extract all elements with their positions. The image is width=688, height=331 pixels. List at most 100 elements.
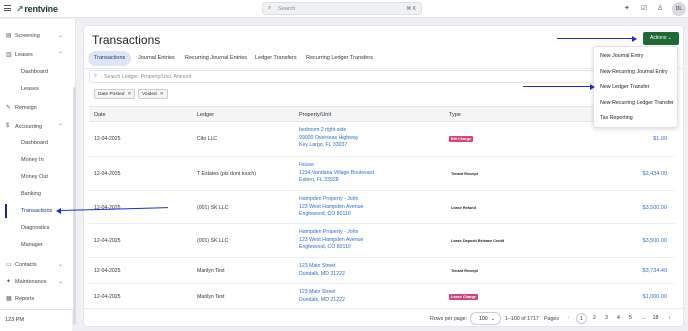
table-row[interactable]: 12-04-2025 (001) SK LLC Hampden Property…: [89, 191, 675, 224]
pagination-bar: Rows per page: 100 ⌄ 1–100 of 1717 Pages …: [84, 308, 685, 328]
chevron-down-icon: ⌄: [58, 262, 64, 268]
page-button[interactable]: 4: [613, 313, 624, 324]
row-amount[interactable]: $3,734.40: [643, 268, 667, 274]
tab-transactions[interactable]: Transactions: [88, 51, 132, 66]
row-ledger: T Estates (pls dont touch): [197, 171, 257, 177]
sidebar-item-reports[interactable]: ▦ Reports: [0, 292, 70, 305]
row-property-link[interactable]: bedroom 2 right side 99000 Overseas High…: [299, 127, 358, 150]
sidebar-item-remsign[interactable]: ✎ Remsign: [0, 101, 70, 114]
row-ledger: (001) SK LLC: [197, 238, 229, 244]
table-row[interactable]: 12-04-2025 Cito LLC bedroom 2 right side…: [89, 122, 675, 157]
bell-icon[interactable]: ♙: [657, 4, 663, 12]
menu-item-new-recurring-ledger-transfer[interactable]: New Recurring Ledger Transfer: [600, 100, 674, 106]
tab-ledger-transfers[interactable]: Ledger Transfers: [249, 51, 303, 66]
sidebar-item-screening[interactable]: ▤ Screening ⌄: [0, 29, 70, 42]
column-header-property-unit[interactable]: Property/Unit: [299, 112, 331, 118]
search-placeholder: Search: [278, 6, 296, 12]
row-date: 12-04-2025: [94, 238, 121, 244]
menu-item-new-ledger-transfer[interactable]: New Ledger Transfer: [600, 84, 649, 90]
tab-recurring-ledger-transfers[interactable]: Recurring Ledger Transfers: [300, 51, 379, 66]
hamburger-menu-icon[interactable]: [4, 5, 11, 11]
sidebar-item-leases[interactable]: ▥ Leases ⌃: [0, 48, 70, 61]
row-amount[interactable]: $3,500.00: [643, 238, 667, 244]
rentvine-logo[interactable]: ↗rentvine: [16, 4, 58, 15]
sidebar: ▤ Screening ⌄ ▥ Leases ⌃ Dashboard Lease…: [0, 19, 76, 325]
page-button[interactable]: 1: [576, 313, 587, 324]
rows-per-page-select[interactable]: 100 ⌄: [470, 312, 501, 325]
checklist-icon[interactable]: ☑: [641, 4, 647, 12]
close-icon[interactable]: ✕: [127, 92, 131, 97]
close-icon[interactable]: ✕: [160, 92, 164, 97]
row-date: 12-04-2025: [94, 136, 121, 142]
menu-item-new-recurring-journal-entry[interactable]: New Recurring Journal Entry: [600, 69, 668, 75]
maintenance-icon: ✦: [6, 279, 12, 285]
column-header-type[interactable]: Type: [449, 112, 461, 118]
sidebar-sub-diagnostics[interactable]: Diagnostics: [0, 221, 70, 235]
sidebar-sub-money-in[interactable]: Money In: [0, 153, 70, 167]
page-ellipsis: ...: [641, 315, 646, 321]
prev-page-icon[interactable]: ‹: [563, 313, 574, 324]
page-title: Transactions: [92, 33, 161, 47]
sidebar-sub-banking[interactable]: Banking: [0, 187, 70, 201]
sidebar-item-accounting[interactable]: $ Accounting ⌃: [0, 120, 70, 133]
row-amount[interactable]: $1.00: [653, 136, 667, 142]
row-amount[interactable]: $1,000.00: [643, 294, 667, 300]
column-header-ledger[interactable]: Ledger: [197, 112, 214, 118]
sidebar-sub-money-out[interactable]: Money Out: [0, 170, 70, 184]
screening-icon: ▤: [6, 33, 12, 39]
row-property-link[interactable]: Hampden Property - John 123 West Hampden…: [299, 196, 363, 219]
sidebar-sub-leases-leases[interactable]: Leases: [0, 82, 70, 96]
tab-recurring-journal-entries[interactable]: Recurring Journal Entries: [179, 51, 253, 66]
row-ledger: (001) SK LLC: [197, 205, 229, 211]
next-page-icon[interactable]: ›: [664, 313, 675, 324]
sidebar-scrollbar[interactable]: [73, 87, 76, 325]
sidebar-item-maintenance[interactable]: ✦ Maintenance ⌄: [0, 275, 70, 288]
table-row[interactable]: 12-04-2025 T Estates (pls dont touch) Ho…: [89, 157, 675, 191]
table-header: Date Ledger Property/Unit Type: [89, 106, 675, 122]
chevron-down-icon: ⌄: [58, 279, 64, 285]
type-badge: Lease Deposit Release Credit: [449, 238, 507, 244]
transactions-search-input[interactable]: ⌕ Search Ledger, Property/Unit, Amount: [89, 70, 675, 83]
row-amount[interactable]: $2,434.00: [643, 171, 667, 177]
chevron-down-icon: ⌄: [490, 316, 495, 322]
filter-chip-voided[interactable]: Voided ✕: [138, 89, 168, 99]
table-row[interactable]: 12-04-2025 (001) SK LLC Hampden Property…: [89, 224, 675, 258]
page-button[interactable]: 3: [601, 313, 612, 324]
sidebar-sub-accounting-dashboard[interactable]: Dashboard: [0, 136, 70, 150]
actions-button[interactable]: Actions ⌄: [643, 32, 679, 45]
filter-chip-date-posted[interactable]: Date Posted ✕: [94, 89, 136, 99]
type-badge: Tenant Receipt: [449, 171, 480, 177]
page-button[interactable]: 18: [650, 313, 661, 324]
row-property-link[interactable]: 123 Main Street Dundalk, MD 21222: [299, 263, 345, 278]
page-button[interactable]: 2: [589, 313, 600, 324]
chevron-down-icon: ⌄: [58, 33, 64, 39]
row-property-link[interactable]: House 1234 Vandana Village Boulevard Est…: [299, 162, 374, 185]
row-property-link[interactable]: Hampden Property - John 123 West Hampden…: [299, 229, 363, 252]
top-bar: ↗rentvine ⌕ Search ⌘ K ✦ ☑ ♙ DL: [0, 0, 688, 18]
row-amount[interactable]: $3,500.00: [643, 205, 667, 211]
sidebar-item-contacts[interactable]: ▭ Contacts ⌄: [0, 258, 70, 271]
menu-item-tax-reporting[interactable]: Tax Reporting: [600, 115, 633, 121]
leases-icon: ▥: [6, 52, 12, 58]
menu-item-new-journal-entry[interactable]: New Journal Entry: [600, 53, 643, 59]
type-badge: Lease Charge: [449, 294, 478, 300]
tab-journal-entries[interactable]: Journal Entries: [132, 51, 181, 66]
row-property-link[interactable]: 123 Main Street Dundalk, MD 21222: [299, 289, 345, 304]
clock-widget: 123 PM: [0, 309, 72, 331]
page-button[interactable]: 5: [625, 313, 636, 324]
table-row[interactable]: 12-04-2025 Marilyn Test 123 Main Street …: [89, 258, 675, 284]
sidebar-sub-manager[interactable]: Manager: [0, 238, 70, 252]
column-header-date[interactable]: Date: [94, 112, 106, 118]
annotation-arrowhead: [632, 35, 637, 42]
chevron-down-icon: ⌄: [667, 35, 672, 41]
row-ledger: Cito LLC: [197, 136, 218, 142]
contacts-icon: ▭: [6, 262, 12, 268]
avatar[interactable]: DL: [672, 2, 686, 16]
global-search-input[interactable]: ⌕ Search ⌘ K: [262, 2, 422, 15]
reports-icon: ▦: [6, 296, 12, 302]
sparkle-icon[interactable]: ✦: [624, 4, 630, 12]
type-badge: Bill Charge: [449, 136, 474, 142]
table-row[interactable]: 12-04-2025 Marilyn Test 123 Main Street …: [89, 284, 675, 308]
active-indicator: [5, 204, 7, 218]
sidebar-sub-leases-dashboard[interactable]: Dashboard: [0, 65, 70, 79]
